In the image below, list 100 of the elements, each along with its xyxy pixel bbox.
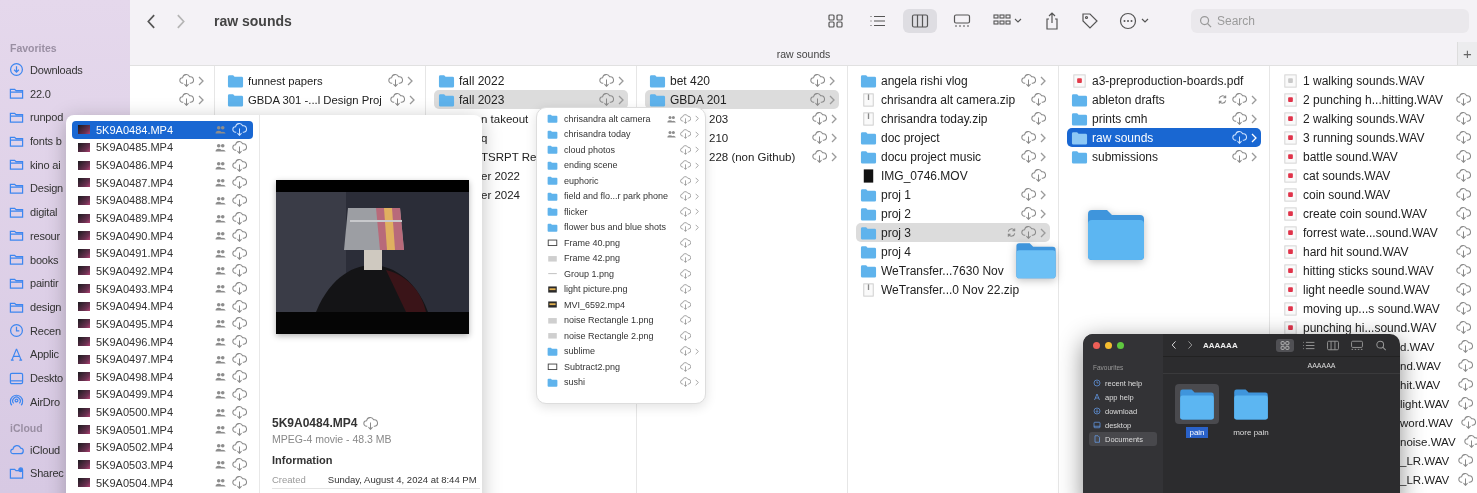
- folder-row[interactable]: funnest papers: [223, 71, 417, 90]
- folder-row[interactable]: submissions: [1067, 147, 1261, 166]
- file-row[interactable]: 5K9A0500.MP4: [72, 403, 253, 421]
- file-row[interactable]: chrisandra today: [547, 126, 699, 142]
- file-row[interactable]: light picture.png: [547, 281, 699, 297]
- file-row[interactable]: 5K9A0503.MP4: [72, 456, 253, 474]
- file-row[interactable]: 5K9A0484.MP4: [72, 121, 253, 139]
- back-icon[interactable]: [146, 12, 157, 30]
- file-row[interactable]: Subtract2.png: [547, 359, 699, 375]
- folder-row[interactable]: proj 3: [856, 223, 1050, 242]
- sidebar-item[interactable]: fonts b: [0, 129, 62, 153]
- minimize-button[interactable]: [1105, 342, 1112, 349]
- more-icon[interactable]: [1119, 12, 1149, 30]
- search-field[interactable]: Search: [1191, 9, 1469, 33]
- folder-row[interactable]: raw sounds: [1067, 128, 1261, 147]
- folder-row[interactable]: WeTransfer...7630 Nov: [856, 261, 1012, 280]
- sidebar-item[interactable]: 22.0: [0, 81, 51, 106]
- sidebar-item[interactable]: Sharec: [0, 461, 64, 486]
- file-row[interactable]: hitting sticks sound.WAV: [1278, 261, 1475, 280]
- file-row[interactable]: coin sound.WAV: [1278, 185, 1475, 204]
- sidebar-item[interactable]: design: [0, 295, 62, 319]
- file-row[interactable]: ending scene: [547, 157, 699, 173]
- folder-row[interactable]: prints cmh: [1067, 109, 1261, 128]
- file-row[interactable]: 3 running sounds.WAV: [1278, 128, 1475, 147]
- file-row[interactable]: punching hi...sound.WAV: [1278, 318, 1475, 337]
- sidebar-item[interactable]: resour: [0, 224, 60, 248]
- icon-view-button[interactable]: [1276, 338, 1294, 352]
- forward-icon[interactable]: [1187, 340, 1193, 350]
- file-row[interactable]: Group 1.png: [547, 266, 699, 282]
- file-row[interactable]: 5K9A0496.MP4: [72, 332, 253, 351]
- folder-row[interactable]: docu project music: [856, 147, 1050, 166]
- folder-row[interactable]: bet 420: [645, 71, 839, 90]
- file-row[interactable]: 210: [707, 128, 839, 147]
- file-row[interactable]: a3-preproduction-boards.pdf: [1067, 71, 1252, 90]
- file-row[interactable]: 5K9A0494.MP4: [72, 297, 253, 316]
- file-row[interactable]: 5K9A0487.MP4: [72, 173, 253, 192]
- file-row[interactable]: 5K9A0499.MP4: [72, 385, 253, 404]
- file-row[interactable]: er 2024: [479, 185, 526, 204]
- close-button[interactable]: [1093, 342, 1100, 349]
- folder-row[interactable]: proj 2: [856, 204, 1050, 223]
- file-row[interactable]: n takeout: [479, 109, 535, 128]
- folder-row[interactable]: fall 2022: [434, 71, 628, 90]
- folder-row[interactable]: doc project: [856, 128, 1050, 147]
- file-row[interactable]: 5K9A0501.MP4: [72, 420, 253, 439]
- folder-row[interactable]: angela rishi vlog: [856, 71, 1050, 90]
- file-row[interactable]: Frame 40.png: [547, 235, 699, 251]
- sidebar-item[interactable]: Applic: [0, 342, 59, 367]
- zoom-button[interactable]: [1117, 342, 1124, 349]
- file-row[interactable]: d.WAV: [1398, 337, 1475, 356]
- folder-row[interactable]: GBDA 201: [645, 90, 839, 109]
- gallery-view-button[interactable]: [1348, 338, 1366, 352]
- file-row[interactable]: create coin sound.WAV: [1278, 204, 1475, 223]
- add-tab-button[interactable]: +: [1457, 42, 1477, 65]
- file-row[interactable]: forrest wate...sound.WAV: [1278, 223, 1475, 242]
- file-row[interactable]: noise Rectangle 1.png: [547, 312, 699, 328]
- file-row[interactable]: q: [479, 128, 494, 147]
- folder-row[interactable]: ableton drafts: [1067, 90, 1261, 109]
- file-row[interactable]: noise Rectangle 2.png: [547, 328, 699, 344]
- file-row[interactable]: field and flo...r park phone: [547, 188, 699, 204]
- file-row[interactable]: 5K9A0488.MP4: [72, 191, 253, 210]
- file-row[interactable]: nd.WAV: [1398, 356, 1475, 375]
- file-row[interactable]: _LR.WAV: [1398, 470, 1475, 489]
- file-row[interactable]: 5K9A0502.MP4: [72, 438, 253, 457]
- file-row[interactable]: IMG_0746.MOV: [856, 166, 1050, 185]
- sidebar-item[interactable]: digital: [0, 200, 58, 225]
- columns-view-button[interactable]: [903, 9, 937, 33]
- file-row[interactable]: 5K9A0497.MP4: [72, 350, 253, 368]
- sidebar-item[interactable]: iCloud: [0, 437, 60, 462]
- folder-row[interactable]: proj 1: [856, 185, 1050, 204]
- share-icon[interactable]: [1043, 12, 1061, 30]
- file-row[interactable]: 5K9A0493.MP4: [72, 279, 253, 298]
- file-row[interactable]: noise.WAV: [1398, 432, 1475, 451]
- sidebar-item[interactable]: Deskto: [0, 366, 64, 391]
- folder-item[interactable]: more pain: [1229, 384, 1273, 438]
- sidebar-item[interactable]: books: [0, 247, 59, 272]
- file-row[interactable]: cloud photos: [547, 142, 699, 158]
- file-row[interactable]: 5K9A0498.MP4: [72, 367, 253, 386]
- column-view-button[interactable]: [1324, 338, 1342, 352]
- back-icon[interactable]: [1171, 340, 1177, 350]
- file-row[interactable]: moving up...s sound.WAV: [1278, 299, 1475, 318]
- file-row[interactable]: chrisandra today.zip: [856, 109, 1050, 128]
- file-row[interactable]: 2 walking sounds.WAV: [1278, 109, 1475, 128]
- file-row[interactable]: flower bus and blue shots: [547, 219, 699, 235]
- file-row[interactable]: 5K9A0489.MP4: [72, 209, 253, 227]
- file-row[interactable]: 203: [707, 109, 839, 128]
- file-row[interactable]: light.WAV: [1398, 394, 1475, 413]
- file-row[interactable]: _LR.WAV: [1398, 451, 1475, 470]
- file-row[interactable]: 5K9A0495.MP4: [72, 315, 253, 333]
- sidebar-item[interactable]: Downloads: [0, 58, 83, 82]
- file-row[interactable]: 5K9A0492.MP4: [72, 262, 253, 280]
- file-row[interactable]: 5K9A0491.MP4: [72, 244, 253, 263]
- file-row[interactable]: sublime: [547, 343, 699, 359]
- file-row[interactable]: 5K9A0486.MP4: [72, 156, 253, 174]
- file-row[interactable]: word.WAV: [1398, 413, 1475, 432]
- file-row[interactable]: chrisandra alt camera.zip: [856, 90, 1050, 109]
- folder-row[interactable]: GBDA 301 -...l Design Proj: [223, 90, 417, 109]
- file-row[interactable]: 228 (non Github): [707, 147, 839, 166]
- file-row[interactable]: 1 walking sounds.WAV: [1278, 71, 1433, 90]
- file-row[interactable]: WeTransfer...0 Nov 22.zip: [856, 280, 1028, 299]
- file-row[interactable]: chrisandra alt camera: [547, 111, 699, 127]
